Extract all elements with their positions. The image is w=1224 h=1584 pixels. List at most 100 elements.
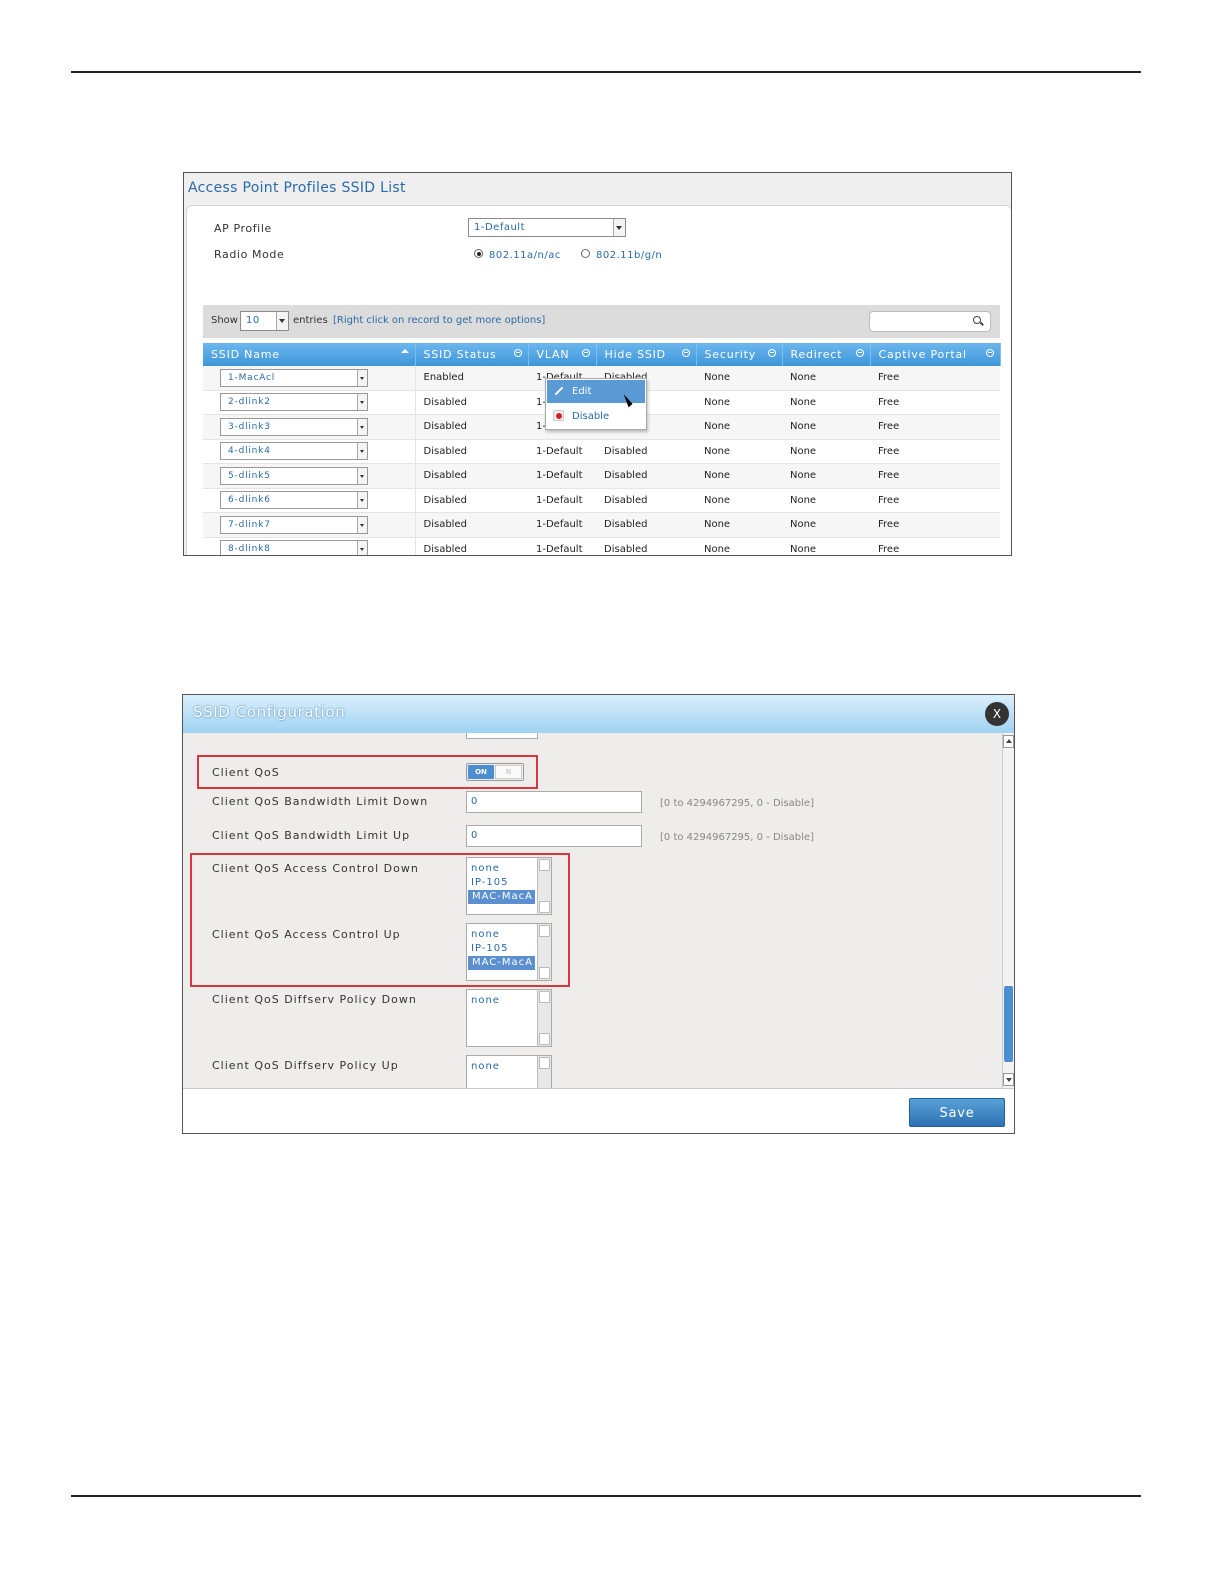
scroll-down-icon[interactable]: [539, 901, 550, 913]
ssid-name-select[interactable]: 5-dlink5: [220, 466, 368, 485]
col-hide-ssid[interactable]: Hide SSID: [596, 343, 697, 366]
hide-ssid-cell: Disabled: [596, 439, 696, 464]
ssid-name-select[interactable]: 6-dlink6: [220, 491, 368, 510]
bw-up-label: Client QoS Bandwidth Limit Up: [212, 829, 411, 842]
diff-down-label: Client QoS Diffserv Policy Down: [212, 993, 417, 1006]
acl-up-option-none[interactable]: none: [467, 928, 531, 942]
ssid-name-select[interactable]: 3-dlink3: [220, 417, 368, 436]
search-input[interactable]: [869, 311, 991, 332]
listbox-scrollbar[interactable]: [537, 990, 551, 1046]
security-cell: None: [696, 463, 782, 489]
listbox-scrollbar[interactable]: [537, 924, 551, 980]
col-label: Captive Portal: [878, 348, 967, 361]
hide-ssid-cell: Disabled: [596, 488, 696, 513]
diff-up-option-none[interactable]: none: [467, 1060, 531, 1074]
captive-portal-cell: Free: [870, 414, 1000, 440]
scroll-down-icon[interactable]: [539, 967, 550, 979]
ap-profile-select[interactable]: 1-Default: [468, 218, 626, 237]
col-label: Hide SSID: [604, 348, 666, 361]
ssid-name-select[interactable]: 4-dlink4: [220, 442, 368, 461]
scroll-up-icon[interactable]: [539, 991, 550, 1003]
ssid-name-select[interactable]: 2-dlink2: [220, 393, 368, 412]
acl-up-listbox[interactable]: none IP-105 MAC-MacA: [466, 923, 552, 981]
col-label: SSID Status: [423, 348, 497, 361]
diff-down-listbox[interactable]: none: [466, 989, 552, 1047]
ssid-name-value: 5-dlink5: [228, 470, 271, 481]
hide-ssid-cell: Disabled: [596, 537, 696, 555]
redirect-cell: None: [782, 463, 870, 489]
ssid-status-cell: Disabled: [415, 512, 528, 538]
sort-icon: [513, 349, 522, 357]
scroll-up-icon[interactable]: [539, 1057, 550, 1069]
client-qos-toggle[interactable]: ON N: [466, 763, 524, 781]
radio-80211anac[interactable]: [474, 249, 483, 258]
listbox-scrollbar[interactable]: [537, 858, 551, 914]
diff-down-option-none[interactable]: none: [467, 994, 531, 1008]
toggle-on-state: ON: [468, 765, 494, 779]
ssid-name-select[interactable]: 8-dlink8: [220, 540, 368, 555]
radio-80211bgn-label: 802.11b/g/n: [596, 250, 663, 261]
ssid-name-cell: 8-dlink8: [203, 537, 416, 555]
acl-up-label: Client QoS Access Control Up: [212, 928, 401, 941]
clipped-input[interactable]: [466, 733, 538, 739]
col-redirect[interactable]: Redirect: [782, 343, 871, 366]
scroll-up-icon[interactable]: [539, 925, 550, 937]
chevron-down-icon: [357, 467, 367, 484]
pencil-icon: [554, 386, 564, 396]
vlan-cell: 1-Default: [528, 512, 596, 538]
scroll-down-icon[interactable]: [1003, 1073, 1014, 1086]
col-vlan[interactable]: VLAN: [528, 343, 597, 366]
listbox-scrollbar[interactable]: [537, 1056, 551, 1088]
bw-down-input[interactable]: 0: [466, 791, 642, 813]
redirect-cell: None: [782, 537, 870, 555]
toggle-knob: N: [495, 765, 522, 779]
col-security[interactable]: Security: [696, 343, 783, 366]
acl-down-option-mac[interactable]: MAC-MacA: [468, 890, 535, 904]
dialog-footer: Save: [183, 1088, 1014, 1133]
table-row[interactable]: 5-dlink5 Disabled 1-Default Disabled None Non…: [203, 463, 1000, 489]
col-captive-portal[interactable]: Captive Portal: [870, 343, 1001, 366]
dialog-scrollbar[interactable]: [1002, 733, 1014, 1088]
ssid-name-select[interactable]: 1-MacAcl: [220, 368, 368, 387]
acl-down-option-ip105[interactable]: IP-105: [467, 876, 531, 890]
ssid-name-value: 3-dlink3: [228, 421, 271, 432]
redirect-cell: None: [782, 390, 870, 415]
table-row[interactable]: 8-dlink8 Disabled 1-Default Disabled None Non…: [203, 537, 1000, 555]
acl-up-option-ip105[interactable]: IP-105: [467, 942, 531, 956]
ssid-name-select[interactable]: 7-dlink7: [220, 515, 368, 534]
diff-up-listbox[interactable]: none: [466, 1055, 552, 1088]
scroll-up-icon[interactable]: [1003, 735, 1014, 748]
acl-up-option-mac[interactable]: MAC-MacA: [468, 956, 535, 970]
ssid-status-cell: Disabled: [415, 439, 528, 464]
col-ssid-status[interactable]: SSID Status: [415, 343, 529, 366]
table-row[interactable]: 6-dlink6 Disabled 1-Default Disabled None Non…: [203, 488, 1000, 513]
entries-per-page-select[interactable]: 10: [240, 311, 289, 331]
entries-label: entries: [293, 315, 328, 326]
ssid-name-cell: 5-dlink5: [203, 463, 416, 489]
bw-up-input[interactable]: 0: [466, 825, 642, 847]
acl-down-listbox[interactable]: none IP-105 MAC-MacA: [466, 857, 552, 915]
scrollbar-thumb[interactable]: [1004, 986, 1013, 1062]
captive-portal-cell: Free: [870, 390, 1000, 415]
col-label: VLAN: [536, 348, 570, 361]
acl-down-option-none[interactable]: none: [467, 862, 531, 876]
context-menu-disable[interactable]: Disable: [547, 405, 645, 428]
sort-icon: [581, 349, 590, 357]
sort-icon: [855, 349, 864, 357]
radio-80211bgn[interactable]: [581, 249, 590, 258]
security-cell: None: [696, 512, 782, 538]
captive-portal-cell: Free: [870, 488, 1000, 513]
col-label: Security: [704, 348, 757, 361]
security-cell: None: [696, 390, 782, 415]
security-cell: None: [696, 488, 782, 513]
save-button[interactable]: Save: [909, 1098, 1005, 1127]
scroll-up-icon[interactable]: [539, 859, 550, 871]
table-row[interactable]: 4-dlink4 Disabled 1-Default Disabled None Non…: [203, 439, 1000, 464]
scroll-down-icon[interactable]: [539, 1033, 550, 1045]
hide-ssid-cell: Disabled: [596, 512, 696, 538]
table-row[interactable]: 7-dlink7 Disabled 1-Default Disabled None Non…: [203, 512, 1000, 538]
table-header-row: SSID Name SSID Status VLAN Hide SSID Sec…: [203, 343, 1001, 366]
close-button[interactable]: X: [985, 702, 1009, 726]
col-ssid-name[interactable]: SSID Name: [203, 343, 416, 366]
ssid-name-cell: 2-dlink2: [203, 390, 416, 415]
